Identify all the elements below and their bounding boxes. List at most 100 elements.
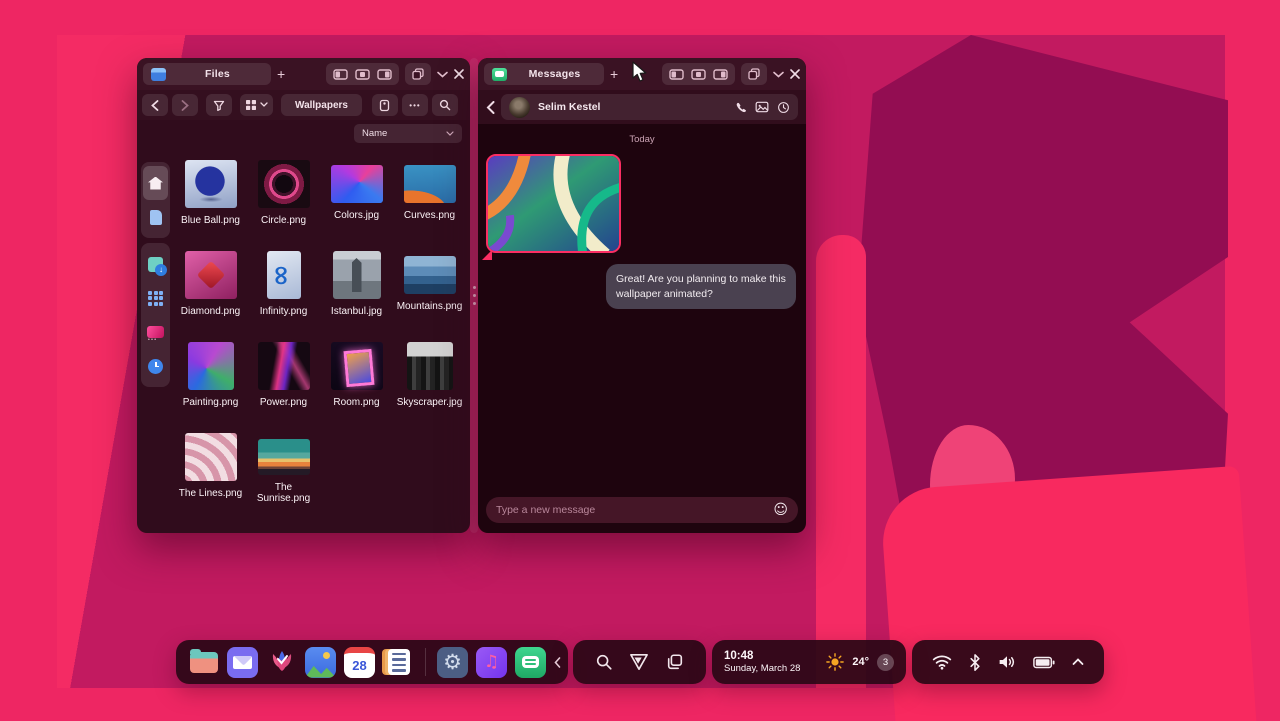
- file-item[interactable]: The Lines.png: [174, 431, 247, 522]
- notification-badge[interactable]: 3: [877, 654, 894, 671]
- file-item[interactable]: Colors.jpg: [320, 158, 393, 249]
- sidebar-item-downloads[interactable]: [143, 247, 168, 281]
- dock-notes-icon[interactable]: [383, 647, 414, 678]
- tag-icon[interactable]: [372, 94, 398, 116]
- history-icon[interactable]: [777, 101, 790, 114]
- tile-right-icon[interactable]: [377, 69, 392, 80]
- view-grid-button[interactable]: [240, 94, 273, 116]
- tile-center-icon[interactable]: [355, 69, 370, 80]
- dock-settings-icon[interactable]: ⚙: [437, 647, 468, 678]
- tile-right-icon[interactable]: [713, 69, 728, 80]
- battery-icon[interactable]: [1033, 656, 1055, 669]
- files-sidebar: [141, 162, 170, 387]
- filter-icon[interactable]: [206, 94, 232, 116]
- file-name: Room.png: [333, 397, 379, 408]
- clock-time: 10:48: [724, 649, 818, 663]
- restore-icon[interactable]: [748, 68, 760, 80]
- file-name: Istanbul.jpg: [331, 306, 382, 317]
- dock-separator: [425, 648, 426, 676]
- tile-center-icon[interactable]: [691, 69, 706, 80]
- restore-icon[interactable]: [412, 68, 424, 80]
- wifi-icon[interactable]: [932, 654, 952, 670]
- launcher-logo-icon[interactable]: [629, 653, 649, 671]
- file-name: Curves.png: [404, 210, 455, 221]
- close-icon[interactable]: [790, 69, 800, 79]
- notes-sheet-icon: [388, 649, 410, 675]
- files-window: Files +: [137, 58, 470, 533]
- sidebar-item-recents[interactable]: [143, 349, 168, 383]
- file-item[interactable]: The Sunrise.png: [247, 431, 320, 522]
- tile-left-icon[interactable]: [669, 69, 684, 80]
- contact-pill[interactable]: Selim Kestel: [501, 94, 798, 120]
- sidebar-item-wallpapers[interactable]: [143, 315, 168, 349]
- sort-dropdown[interactable]: Name: [354, 124, 462, 143]
- file-item[interactable]: Power.png: [247, 340, 320, 431]
- files-tab[interactable]: Files: [143, 63, 271, 85]
- volume-icon[interactable]: [998, 654, 1016, 670]
- dock-mail-icon[interactable]: [227, 647, 258, 678]
- new-tab-button[interactable]: +: [277, 66, 285, 82]
- temperature: 24°: [852, 656, 869, 668]
- sort-chevron-icon: [446, 131, 454, 136]
- dock-collapse-icon[interactable]: [554, 657, 561, 668]
- dock-clock-area[interactable]: 10:48 Sunday, March 28 24° 3: [712, 640, 906, 684]
- message-input[interactable]: [496, 504, 765, 516]
- window-menu-chevron-icon[interactable]: [773, 71, 784, 78]
- close-icon[interactable]: [454, 69, 464, 79]
- file-item[interactable]: Circle.png: [247, 158, 320, 249]
- window-menu-chevron-icon[interactable]: [437, 71, 448, 78]
- sort-row: Name: [137, 120, 470, 146]
- messages-tab[interactable]: Messages: [484, 63, 604, 85]
- call-icon[interactable]: [734, 101, 747, 114]
- file-thumbnail: [258, 342, 310, 390]
- sidebar-item-home[interactable]: [143, 166, 168, 200]
- shared-media-icon[interactable]: [755, 101, 769, 113]
- conversation-back-button[interactable]: [486, 101, 495, 114]
- file-name: Colors.jpg: [334, 210, 379, 221]
- tile-left-icon[interactable]: [333, 69, 348, 80]
- file-thumbnail: [404, 165, 456, 203]
- forward-button[interactable]: [172, 94, 198, 116]
- sidebar-item-applications[interactable]: [143, 281, 168, 315]
- sidebar-item-documents[interactable]: [143, 200, 168, 234]
- file-item[interactable]: Diamond.png: [174, 249, 247, 340]
- new-tab-button[interactable]: +: [610, 66, 618, 82]
- dock-status-area: [912, 640, 1104, 684]
- mouse-cursor: [631, 61, 649, 88]
- emoji-picker-icon[interactable]: ☺: [773, 502, 788, 518]
- home-icon: [148, 177, 163, 190]
- bluetooth-icon[interactable]: [969, 654, 981, 671]
- dock-files-icon[interactable]: [188, 647, 219, 678]
- files-tab-title: Files: [172, 68, 263, 80]
- search-icon[interactable]: [432, 94, 458, 116]
- conversation-area: Today G: [478, 124, 806, 489]
- file-item[interactable]: Skyscraper.jpg: [393, 340, 466, 431]
- window-switcher-icon[interactable]: [666, 653, 684, 671]
- search-icon[interactable]: [595, 653, 613, 671]
- dock-calendar-icon[interactable]: 28: [344, 647, 375, 678]
- file-thumbnail: [185, 433, 237, 481]
- split-drag-handle[interactable]: [473, 286, 476, 305]
- back-button[interactable]: [142, 94, 168, 116]
- file-item[interactable]: Blue Ball.png: [174, 158, 247, 249]
- dock-photos-icon[interactable]: [305, 647, 336, 678]
- received-message[interactable]: Great! Are you planning to make this wal…: [606, 264, 796, 309]
- dock-flowers-icon[interactable]: [266, 647, 297, 678]
- file-thumbnail: [333, 251, 381, 299]
- file-thumbnail: [188, 342, 234, 390]
- dock-messages-icon[interactable]: [515, 647, 546, 678]
- file-item[interactable]: Mountains.png: [393, 249, 466, 340]
- file-item[interactable]: Infinity.png: [247, 249, 320, 340]
- files-toolbar: Wallpapers •••: [137, 90, 470, 120]
- dock-music-icon[interactable]: ♫: [476, 647, 507, 678]
- more-menu-button[interactable]: •••: [402, 94, 428, 116]
- files-titlebar[interactable]: Files +: [137, 58, 470, 90]
- image-message[interactable]: [486, 154, 621, 253]
- file-thumbnail: [404, 256, 456, 294]
- file-item[interactable]: Room.png: [320, 340, 393, 431]
- file-item[interactable]: Istanbul.jpg: [320, 249, 393, 340]
- status-expand-chevron-icon[interactable]: [1072, 658, 1084, 666]
- file-item[interactable]: Painting.png: [174, 340, 247, 431]
- breadcrumb[interactable]: Wallpapers: [281, 94, 362, 116]
- file-item[interactable]: Curves.png: [393, 158, 466, 249]
